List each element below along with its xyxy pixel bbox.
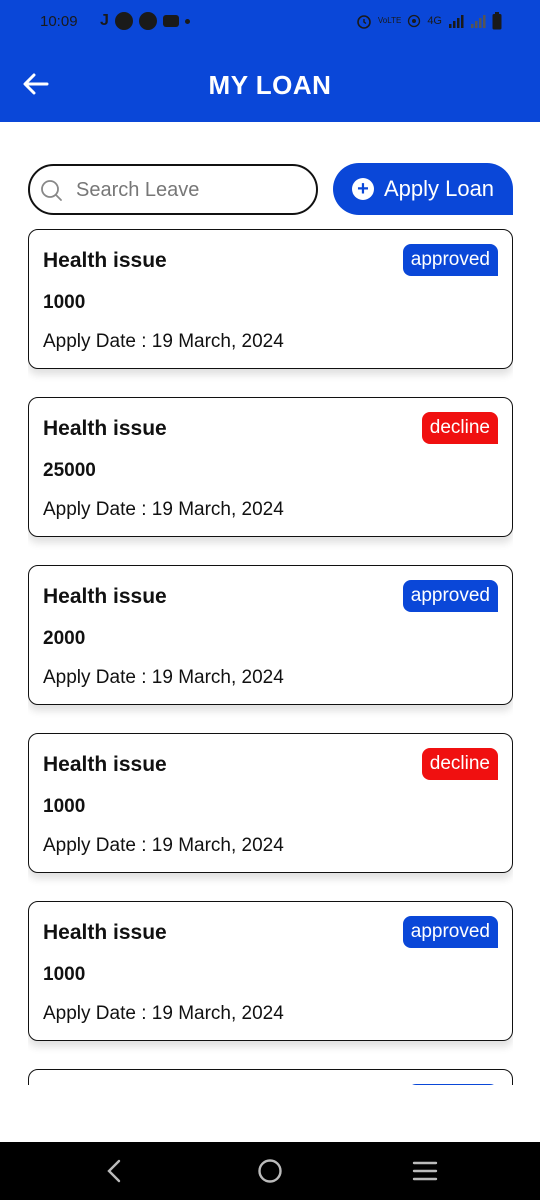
loan-amount: 25000 (43, 460, 96, 481)
signal-icon (449, 15, 464, 28)
loan-title: Health issue (43, 921, 167, 944)
more-notifications-icon (184, 18, 190, 24)
status-badge: approved (402, 916, 498, 948)
apply-date: Apply Date : 19 March, 2024 (43, 835, 284, 856)
signal-icon (471, 15, 486, 28)
status-badge: approved (402, 580, 498, 612)
alarm-icon (357, 15, 371, 29)
apply-loan-label: Apply Loan (383, 176, 495, 201)
search-input[interactable] (76, 174, 306, 206)
apply-loan-button[interactable]: + Apply Loan (333, 163, 513, 215)
loan-card[interactable]: Health issue approved 1000 Apply Date : … (28, 901, 513, 1041)
status-badge: decline (421, 748, 498, 780)
loan-title: Health issue (43, 753, 167, 776)
loan-title: Health issue (43, 585, 167, 608)
status-badge (408, 1084, 498, 1085)
app-notification-icon (138, 12, 157, 30)
loan-card[interactable]: Health issue decline 1000 Apply Date : 1… (28, 733, 513, 873)
plus-circle-icon: + (351, 178, 374, 200)
loan-title: Health issue (43, 249, 167, 272)
loan-amount: 1000 (43, 964, 86, 985)
youtube-icon (162, 15, 179, 27)
loan-card[interactable]: Health issue decline 25000 Apply Date : … (28, 397, 513, 537)
apply-date: Apply Date : 19 March, 2024 (43, 499, 284, 520)
apply-date: Apply Date : 19 March, 2024 (43, 1003, 284, 1024)
loan-title: Health issue (43, 417, 167, 440)
circle-home-icon (258, 1159, 282, 1183)
apply-date: Apply Date : 19 March, 2024 (43, 667, 284, 688)
volte-icon: VoLTE (377, 16, 402, 25)
loan-amount: 2000 (43, 628, 86, 649)
loan-list: Health issue approved 1000 Apply Date : … (28, 229, 513, 1085)
loan-amount: 1000 (43, 796, 86, 817)
search-box[interactable] (28, 164, 318, 215)
network-type: 4G (427, 15, 442, 27)
nav-back-button[interactable] (98, 1156, 130, 1186)
notification-icons: J (100, 12, 190, 30)
app-j-icon: J (100, 12, 109, 29)
app-notification-icon (114, 12, 133, 30)
status-time: 10:09 (40, 13, 78, 30)
loan-card[interactable] (28, 1069, 513, 1085)
app-bar: MY LOAN (0, 48, 540, 122)
chevron-left-icon (107, 1159, 121, 1183)
hotspot-icon (408, 14, 421, 28)
menu-icon (412, 1161, 438, 1181)
loan-card[interactable]: Health issue approved 1000 Apply Date : … (28, 229, 513, 369)
search-icon (41, 180, 62, 201)
status-badge: approved (402, 244, 498, 276)
loan-card[interactable]: Health issue approved 2000 Apply Date : … (28, 565, 513, 705)
nav-home-button[interactable] (254, 1156, 286, 1186)
page-title: MY LOAN (208, 70, 332, 100)
nav-menu-button[interactable] (409, 1156, 441, 1186)
system-nav-bar (0, 1142, 540, 1200)
apply-date: Apply Date : 19 March, 2024 (43, 331, 284, 352)
battery-icon (492, 12, 502, 30)
status-badge: decline (421, 412, 498, 444)
loan-amount: 1000 (43, 292, 86, 313)
status-bar: 10:09 J VoLTE 4G (0, 0, 540, 48)
system-icons: VoLTE 4G (356, 12, 502, 30)
